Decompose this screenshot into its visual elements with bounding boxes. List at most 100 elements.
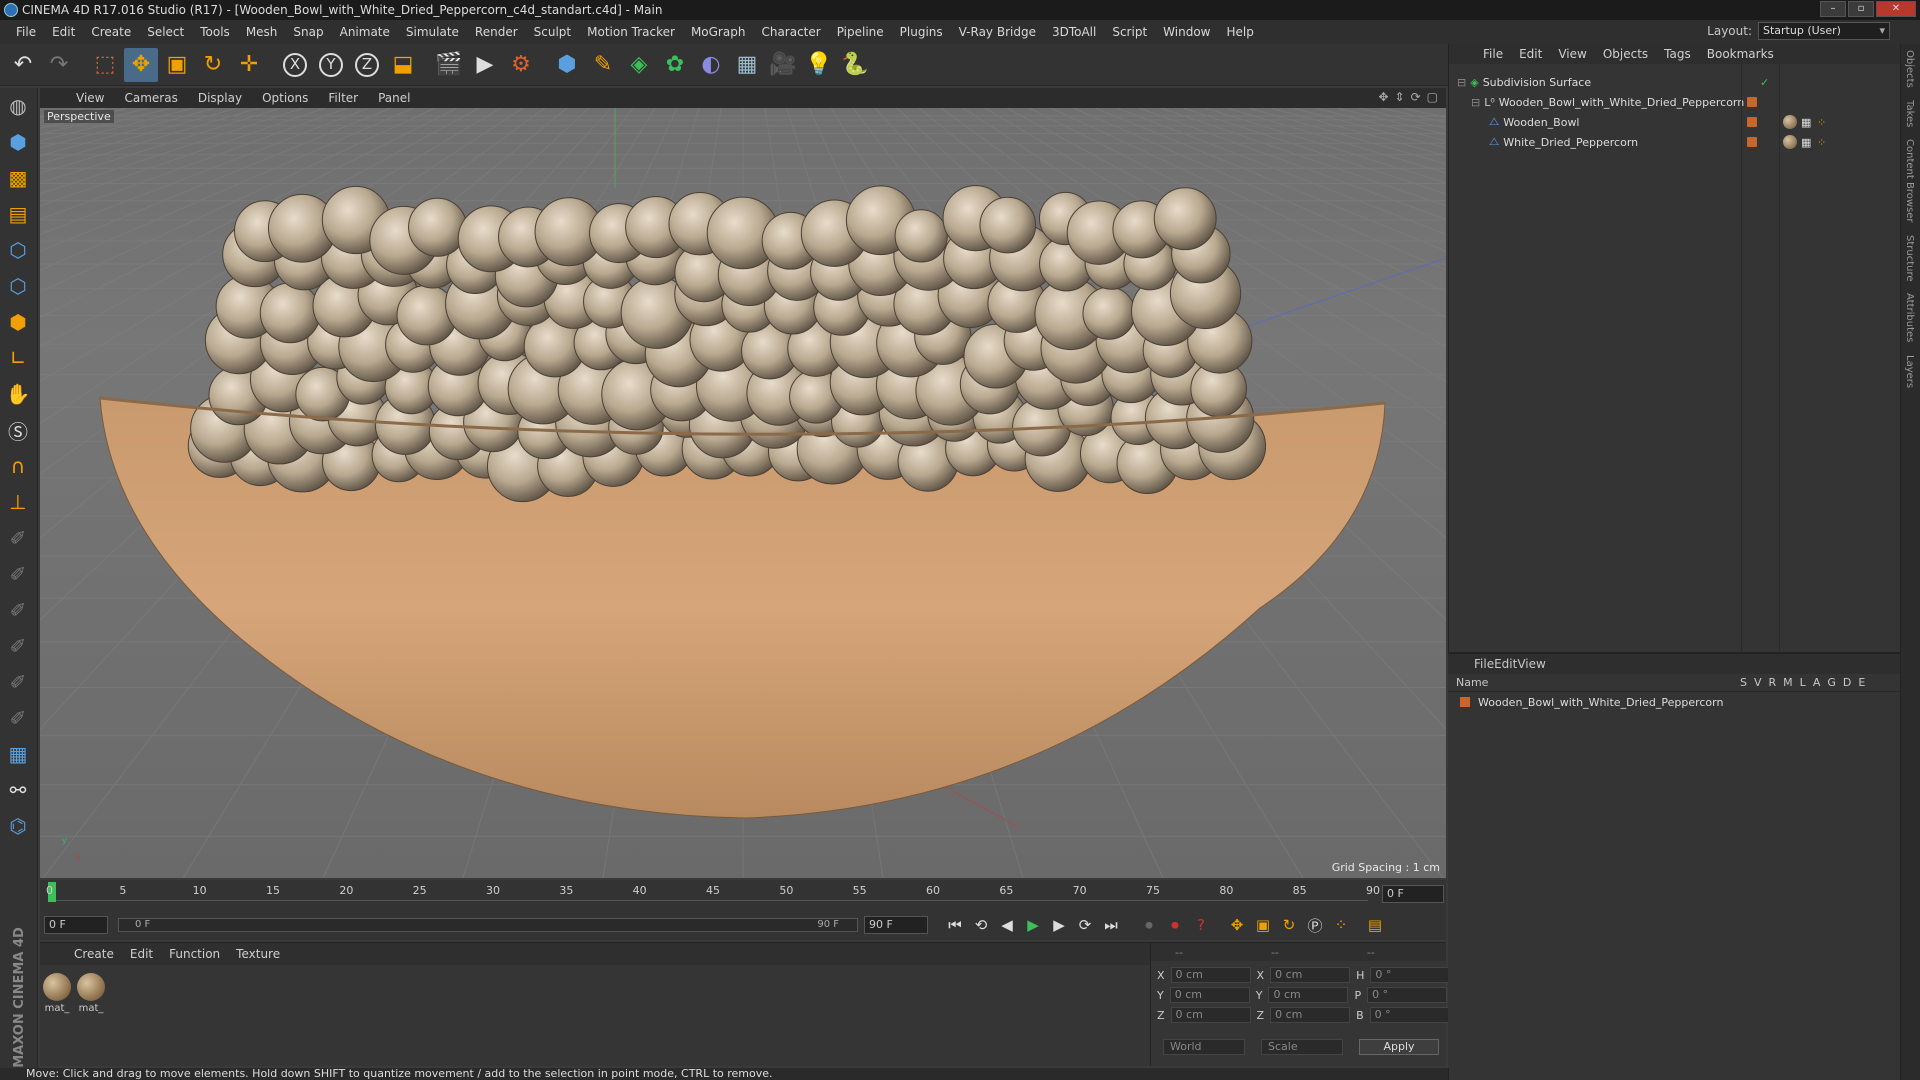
x-axis-lock-icon[interactable]: X <box>278 48 312 82</box>
side-tab-content-browser[interactable]: Content Browser <box>1901 133 1918 228</box>
start-frame-field[interactable]: 0 F <box>44 916 108 934</box>
menu-3dtoall[interactable]: 3DToAll <box>1044 25 1104 39</box>
menu-create[interactable]: Create <box>83 25 139 39</box>
z-axis-lock-icon[interactable]: Z <box>350 48 384 82</box>
material-menu-edit[interactable]: Edit <box>122 947 161 961</box>
apply-button[interactable]: Apply <box>1359 1039 1439 1055</box>
subdivision-surface-icon[interactable]: ◈ <box>622 48 656 82</box>
object-row-bowl[interactable]: ⧍ Wooden_Bowl ▦ ⁘ <box>1449 112 1879 132</box>
menu-animate[interactable]: Animate <box>332 25 398 39</box>
edit-check-icon[interactable]: ✓ <box>1760 76 1769 89</box>
key-scale-icon[interactable]: ▣ <box>1250 913 1276 937</box>
menu-mograph[interactable]: MoGraph <box>683 25 754 39</box>
object-row-peppercorn[interactable]: ⧍ White_Dried_Peppercorn ▦ ⁘ <box>1449 132 1879 152</box>
layer-menu-file[interactable]: File <box>1474 657 1494 671</box>
menu-tools[interactable]: Tools <box>192 25 238 39</box>
menu-edit[interactable]: Edit <box>44 25 83 39</box>
python-icon[interactable]: 🐍 <box>838 48 872 82</box>
size-y-field[interactable]: 0 cm <box>1268 987 1349 1003</box>
timeline[interactable]: 0 F 0 5 10 15 20 25 30 35 40 45 50 55 60 65 70 75 80 85 90 <box>40 880 1446 910</box>
tweak-mode-icon[interactable]: ✋ <box>0 376 36 412</box>
maximize-button[interactable]: ▫ <box>1848 1 1874 17</box>
menu-script[interactable]: Script <box>1104 25 1155 39</box>
hair-icon[interactable]: ⚯ <box>0 772 36 808</box>
side-tab-attributes[interactable]: Attributes <box>1901 287 1918 348</box>
render-picture-viewer-icon[interactable]: ▶ <box>468 48 502 82</box>
menu-motion-tracker[interactable]: Motion Tracker <box>579 25 683 39</box>
make-editable-icon[interactable]: ◍ <box>0 88 36 124</box>
menu-file[interactable]: File <box>8 25 44 39</box>
menu-character[interactable]: Character <box>753 25 828 39</box>
scale-tool-icon[interactable]: ▣ <box>160 48 194 82</box>
current-frame-field[interactable]: 0 F <box>1382 885 1444 903</box>
undo-button[interactable]: ↶ <box>6 48 40 82</box>
menu-v-ray-bridge[interactable]: V-Ray Bridge <box>951 25 1044 39</box>
camera-icon[interactable]: 🎥 <box>766 48 800 82</box>
viewport-menu-panel[interactable]: Panel <box>368 91 420 105</box>
uvw-tag-icon[interactable]: ▦ <box>1801 136 1811 149</box>
go-to-start-icon[interactable]: ⏮ <box>942 913 968 937</box>
magnet-icon[interactable]: ∩ <box>0 448 36 484</box>
viewport-menu-cameras[interactable]: Cameras <box>114 91 187 105</box>
object-menu-edit[interactable]: Edit <box>1511 47 1550 61</box>
menu-select[interactable]: Select <box>139 25 192 39</box>
pan-icon[interactable]: ✥ <box>1378 90 1388 104</box>
maximize-view-icon[interactable]: ▢ <box>1427 90 1438 104</box>
size-z-field[interactable]: 0 cm <box>1270 1007 1351 1023</box>
position-x-field[interactable]: 0 cm <box>1170 967 1251 983</box>
viewport-menu-filter[interactable]: Filter <box>318 91 368 105</box>
sculpt-flatten-icon[interactable]: ✐ <box>0 628 36 664</box>
menu-mesh[interactable]: Mesh <box>238 25 286 39</box>
floor-icon[interactable]: ▦ <box>730 48 764 82</box>
points-mode-icon[interactable]: ⬡ <box>0 232 36 268</box>
light-icon[interactable]: 💡 <box>802 48 836 82</box>
range-slider[interactable]: 0 F 90 F <box>118 918 858 932</box>
object-menu-objects[interactable]: Objects <box>1595 47 1656 61</box>
layer-menu-view[interactable]: View <box>1517 657 1545 671</box>
sculpt-grab-icon[interactable]: ✐ <box>0 700 36 736</box>
uvw-tag-icon[interactable]: ▦ <box>1801 116 1811 129</box>
object-row-group[interactable]: ⊟ L⁰ Wooden_Bowl_with_White_Dried_Pepper… <box>1449 92 1879 112</box>
layer-color-swatch[interactable] <box>1460 697 1470 707</box>
menu-plugins[interactable]: Plugins <box>892 25 951 39</box>
sculpt-pull-icon[interactable]: ✐ <box>0 556 36 592</box>
workplane-mode-icon[interactable]: ▤ <box>0 196 36 232</box>
side-tab-objects[interactable]: Objects <box>1901 44 1918 94</box>
transform-tool-icon[interactable]: ✛ <box>232 48 266 82</box>
material-menu-function[interactable]: Function <box>161 947 228 961</box>
material-menu-create[interactable]: Create <box>66 947 122 961</box>
menu-pipeline[interactable]: Pipeline <box>829 25 892 39</box>
rotation-b-field[interactable]: 0 ° <box>1369 1007 1450 1023</box>
object-menu-bookmarks[interactable]: Bookmarks <box>1699 47 1782 61</box>
material-tag-icon[interactable] <box>1783 115 1797 129</box>
close-button[interactable]: ✕ <box>1876 1 1916 17</box>
key-pla-icon[interactable]: ⁘ <box>1328 913 1354 937</box>
viewport-menu-display[interactable]: Display <box>188 91 252 105</box>
object-menu-tags[interactable]: Tags <box>1656 47 1699 61</box>
menu-simulate[interactable]: Simulate <box>398 25 467 39</box>
workplane-icon[interactable]: ⊥ <box>0 484 36 520</box>
phong-tag-icon[interactable]: ⁘ <box>1817 116 1826 129</box>
position-y-field[interactable]: 0 cm <box>1169 987 1250 1003</box>
side-tab-takes[interactable]: Takes <box>1901 94 1918 133</box>
menu-sculpt[interactable]: Sculpt <box>526 25 579 39</box>
size-mode-dropdown[interactable]: Scale <box>1261 1039 1343 1055</box>
material-menu-texture[interactable]: Texture <box>228 947 288 961</box>
cube-primitive-icon[interactable]: ⬢ <box>550 48 584 82</box>
coordinate-system-icon[interactable]: ⬓ <box>386 48 420 82</box>
render-settings-icon[interactable]: ⚙ <box>504 48 538 82</box>
viewport-menu-view[interactable]: View <box>66 91 114 105</box>
menu-window[interactable]: Window <box>1155 25 1218 39</box>
material-tag-icon[interactable] <box>1783 135 1797 149</box>
dolly-icon[interactable]: ⇕ <box>1395 90 1405 104</box>
model-mode-icon[interactable]: ⬢ <box>0 124 36 160</box>
size-x-field[interactable]: 0 cm <box>1270 967 1351 983</box>
live-selection-icon[interactable]: ⬚ <box>88 48 122 82</box>
object-menu-file[interactable]: File <box>1475 47 1511 61</box>
key-rotation-icon[interactable]: ↻ <box>1276 913 1302 937</box>
material-thumbnail[interactable]: mat_ <box>42 973 72 1014</box>
layer-row[interactable]: Wooden_Bowl_with_White_Dried_Peppercorn <box>1448 692 1878 712</box>
key-position-icon[interactable]: ✥ <box>1224 913 1250 937</box>
side-tab-structure[interactable]: Structure <box>1901 229 1918 288</box>
sculpt-inflate-icon[interactable]: ✐ <box>0 664 36 700</box>
